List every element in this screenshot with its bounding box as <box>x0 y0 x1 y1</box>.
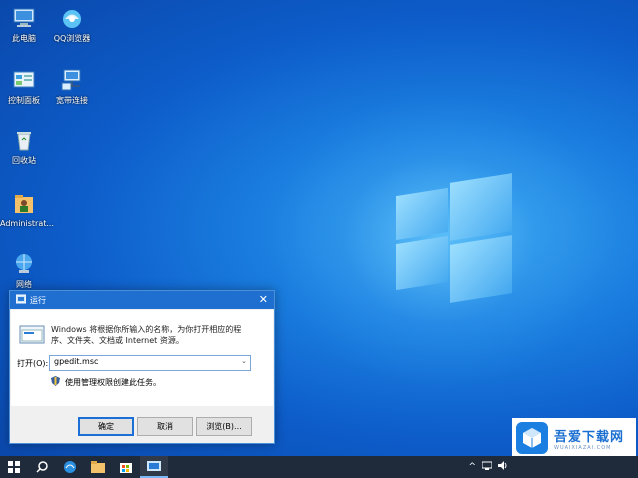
run-icon <box>15 294 27 307</box>
desktop-icon-label: 此电脑 <box>12 34 36 43</box>
qq-browser-icon <box>60 6 84 30</box>
logo-pane-top-right <box>450 173 512 241</box>
watermark-url: WUAIXIAZAI.COM <box>554 444 612 451</box>
desktop-icon-label: 控制面板 <box>8 96 40 105</box>
store-icon <box>120 463 132 473</box>
desktop-icon-network[interactable]: 网络 <box>0 252 48 290</box>
cancel-button[interactable]: 取消 <box>137 417 193 436</box>
user-folder-icon <box>12 192 36 216</box>
edge-browser-icon <box>64 461 76 473</box>
network-icon <box>60 68 84 92</box>
run-app-icon <box>147 461 161 471</box>
chevron-down-icon[interactable]: ⌄ <box>241 357 247 365</box>
browse-button[interactable]: 浏览(B)... <box>196 417 252 436</box>
folder-icon <box>91 461 105 473</box>
ok-button[interactable]: 确定 <box>78 417 134 436</box>
run-dialog-description: Windows 将根据你所输入的名称，为你打开相应的程序、文件夹、文档或 Int… <box>51 325 242 345</box>
windows-logo-wallpaper <box>270 90 610 390</box>
recycle-bin-icon <box>12 128 36 152</box>
cube-logo-icon <box>516 422 548 454</box>
close-icon[interactable]: ✕ <box>259 291 268 309</box>
run-dialog-title: 运行 <box>30 295 46 305</box>
shield-icon <box>51 376 60 388</box>
control-panel-icon <box>12 68 36 92</box>
search-button[interactable] <box>28 456 56 478</box>
system-tray: ^ <box>468 456 508 478</box>
this-pc-icon <box>12 6 36 30</box>
desktop-icon-administrator[interactable]: Administrat... <box>0 192 54 228</box>
open-combobox[interactable]: gpedit.msc ⌄ <box>49 355 251 371</box>
logo-pane-bottom-left <box>396 235 448 291</box>
search-icon <box>36 461 48 473</box>
desktop-icon-control-panel[interactable]: 控制面板 <box>0 68 48 106</box>
browser-taskbar-button[interactable] <box>56 456 84 478</box>
open-input[interactable]: gpedit.msc <box>54 357 98 366</box>
desktop-icon-broadband[interactable]: 宽带连接 <box>48 68 96 106</box>
watermark-brand: 吾爱下载网 <box>554 429 625 445</box>
desktop-icon-recycle-bin[interactable]: 回收站 <box>0 128 48 166</box>
run-dialog-titlebar[interactable]: 运行 ✕ <box>10 291 274 309</box>
taskbar: ^ <box>0 456 638 478</box>
admin-note: 使用管理权限创建此任务。 <box>51 376 161 388</box>
logo-pane-bottom-right <box>450 235 512 303</box>
run-dialog: 运行 ✕ Windows 将根据你所输入的名称，为你打开相应的程序、文件夹、文档… <box>9 290 275 444</box>
admin-note-text: 使用管理权限创建此任务。 <box>65 377 161 387</box>
desktop-icon-label: Administrat... <box>0 219 54 228</box>
run-taskbar-button[interactable] <box>140 456 168 478</box>
volume-icon[interactable] <box>498 461 508 473</box>
run-dialog-body: Windows 将根据你所输入的名称，为你打开相应的程序、文件夹、文档或 Int… <box>11 310 273 406</box>
network-tray-icon[interactable] <box>481 461 493 473</box>
desktop-icon-label: 回收站 <box>12 156 36 165</box>
windows-start-icon <box>8 461 20 473</box>
chevron-up-icon[interactable]: ^ <box>468 462 476 472</box>
open-label: 打开(O): <box>17 359 49 368</box>
desktop-icon-label: 网络 <box>16 280 32 289</box>
start-button[interactable] <box>0 456 28 478</box>
run-program-icon <box>19 324 45 349</box>
network-globe-icon <box>12 252 36 276</box>
store-taskbar-button[interactable] <box>112 456 140 478</box>
desktop-icon-label: QQ浏览器 <box>53 34 91 43</box>
file-explorer-taskbar-button[interactable] <box>84 456 112 478</box>
desktop-icon-this-pc[interactable]: 此电脑 <box>0 6 48 44</box>
logo-pane-top-left <box>396 187 448 241</box>
desktop-icon-qq-browser[interactable]: QQ浏览器 <box>48 6 96 44</box>
site-watermark: 吾爱下载网 WUAIXIAZAI.COM <box>512 418 636 458</box>
desktop-icon-label: 宽带连接 <box>56 96 88 105</box>
